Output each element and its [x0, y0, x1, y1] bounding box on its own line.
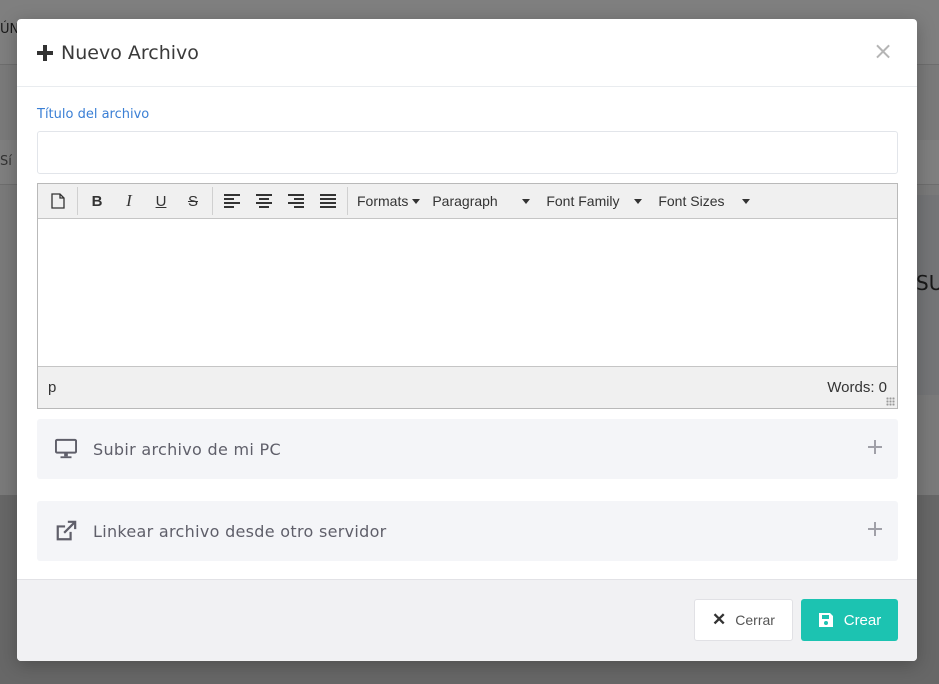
align-center-icon — [256, 194, 272, 208]
external-link-icon — [56, 520, 77, 541]
element-path[interactable]: p — [48, 379, 56, 396]
new-document-icon — [51, 193, 65, 209]
modal-title: Nuevo Archivo — [61, 41, 199, 64]
formats-dropdown[interactable]: Formats — [351, 187, 426, 215]
new-file-modal: Nuevo Archivo × Título del archivo B I U… — [17, 19, 917, 661]
create-button[interactable]: Crear — [801, 599, 898, 641]
modal-body: Título del archivo B I U S Formats Parag… — [17, 87, 917, 561]
font-sizes-dropdown[interactable]: Font Sizes — [652, 187, 756, 215]
new-document-button[interactable] — [42, 187, 74, 215]
rich-text-editor: B I U S Formats Paragraph Font Family Fo… — [37, 183, 898, 409]
upload-from-pc-label: Subir archivo de mi PC — [93, 439, 281, 459]
link-from-server-label: Linkear archivo desde otro servidor — [93, 521, 387, 541]
cancel-button[interactable]: ✕ Cerrar — [694, 599, 793, 641]
align-right-button[interactable] — [280, 187, 312, 215]
chevron-down-icon — [522, 198, 531, 204]
upload-from-pc-accordion[interactable]: Subir archivo de mi PC — [37, 419, 898, 479]
chevron-down-icon — [742, 198, 751, 204]
modal-footer: ✕ Cerrar Crear — [17, 579, 917, 661]
chevron-down-icon — [634, 198, 643, 204]
resize-handle-icon[interactable] — [886, 397, 895, 406]
expand-plus-icon — [868, 440, 882, 454]
align-justify-icon — [320, 194, 336, 208]
strikethrough-button[interactable]: S — [177, 187, 209, 215]
formats-label: Formats — [357, 193, 409, 209]
expand-plus-icon — [868, 522, 882, 536]
font-family-dropdown[interactable]: Font Family — [540, 187, 648, 215]
chevron-down-icon — [412, 198, 421, 204]
create-button-label: Crear — [843, 611, 882, 629]
paragraph-label: Paragraph — [432, 193, 498, 209]
italic-button[interactable]: I — [113, 187, 145, 215]
align-left-button[interactable] — [216, 187, 248, 215]
align-left-icon — [224, 194, 240, 208]
cancel-button-label: Cerrar — [735, 612, 775, 628]
editor-toolbar: B I U S Formats Paragraph Font Family Fo… — [38, 184, 897, 219]
toolbar-separator — [77, 187, 78, 215]
save-icon — [818, 613, 833, 627]
toolbar-separator — [212, 187, 213, 215]
modal-header: Nuevo Archivo × — [17, 19, 917, 87]
word-count: Words: 0 — [827, 379, 887, 396]
close-x-icon: ✕ — [712, 610, 727, 629]
file-title-label: Título del archivo — [37, 107, 150, 122]
editor-content-area[interactable] — [38, 219, 897, 366]
underline-button[interactable]: U — [145, 187, 177, 215]
editor-statusbar: p Words: 0 — [38, 366, 897, 408]
monitor-icon — [55, 438, 77, 459]
toolbar-separator — [347, 187, 348, 215]
close-icon[interactable]: × — [873, 39, 893, 63]
font-sizes-label: Font Sizes — [658, 193, 725, 209]
file-title-input[interactable] — [37, 131, 898, 174]
paragraph-dropdown[interactable]: Paragraph — [426, 187, 536, 215]
align-center-button[interactable] — [248, 187, 280, 215]
font-family-label: Font Family — [546, 193, 620, 209]
plus-icon — [37, 44, 53, 61]
align-justify-button[interactable] — [312, 187, 344, 215]
align-right-icon — [288, 194, 304, 208]
link-from-server-accordion[interactable]: Linkear archivo desde otro servidor — [37, 501, 898, 561]
bold-button[interactable]: B — [81, 187, 113, 215]
